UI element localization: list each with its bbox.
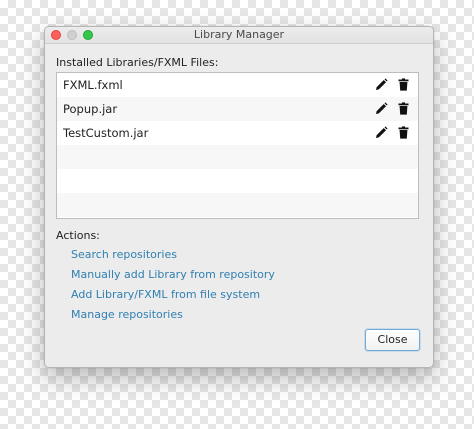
empty-row bbox=[57, 169, 418, 193]
list-item[interactable]: Popup.jar bbox=[57, 97, 418, 121]
add-from-file-system-link[interactable]: Add Library/FXML from file system bbox=[71, 288, 260, 301]
list-item-name: Popup.jar bbox=[63, 102, 118, 116]
manage-repositories-link[interactable]: Manage repositories bbox=[71, 308, 183, 321]
list-item-name: TestCustom.jar bbox=[63, 126, 149, 140]
actions-label: Actions: bbox=[56, 229, 100, 242]
pencil-icon[interactable] bbox=[375, 126, 388, 139]
trash-icon[interactable] bbox=[397, 102, 410, 115]
library-manager-window: Library Manager Installed Libraries/FXML… bbox=[44, 26, 434, 368]
trash-icon[interactable] bbox=[397, 126, 410, 139]
list-item-name: FXML.fxml bbox=[63, 78, 123, 92]
title-bar[interactable]: Library Manager bbox=[45, 27, 433, 44]
search-repositories-link[interactable]: Search repositories bbox=[71, 248, 177, 261]
add-library-from-repository-link[interactable]: Manually add Library from repository bbox=[71, 268, 275, 281]
trash-icon[interactable] bbox=[397, 78, 410, 91]
list-item[interactable]: TestCustom.jar bbox=[57, 121, 418, 145]
installed-files-list[interactable]: FXML.fxml Popup.jar TestCustom.jar bbox=[56, 72, 419, 219]
installed-files-label: Installed Libraries/FXML Files: bbox=[56, 56, 219, 69]
close-button[interactable]: Close bbox=[365, 329, 420, 351]
window-title: Library Manager bbox=[193, 28, 285, 41]
pencil-icon[interactable] bbox=[375, 102, 388, 115]
empty-row bbox=[57, 193, 418, 217]
pencil-icon[interactable] bbox=[375, 78, 388, 91]
list-item[interactable]: FXML.fxml bbox=[57, 73, 418, 97]
empty-row bbox=[57, 145, 418, 169]
